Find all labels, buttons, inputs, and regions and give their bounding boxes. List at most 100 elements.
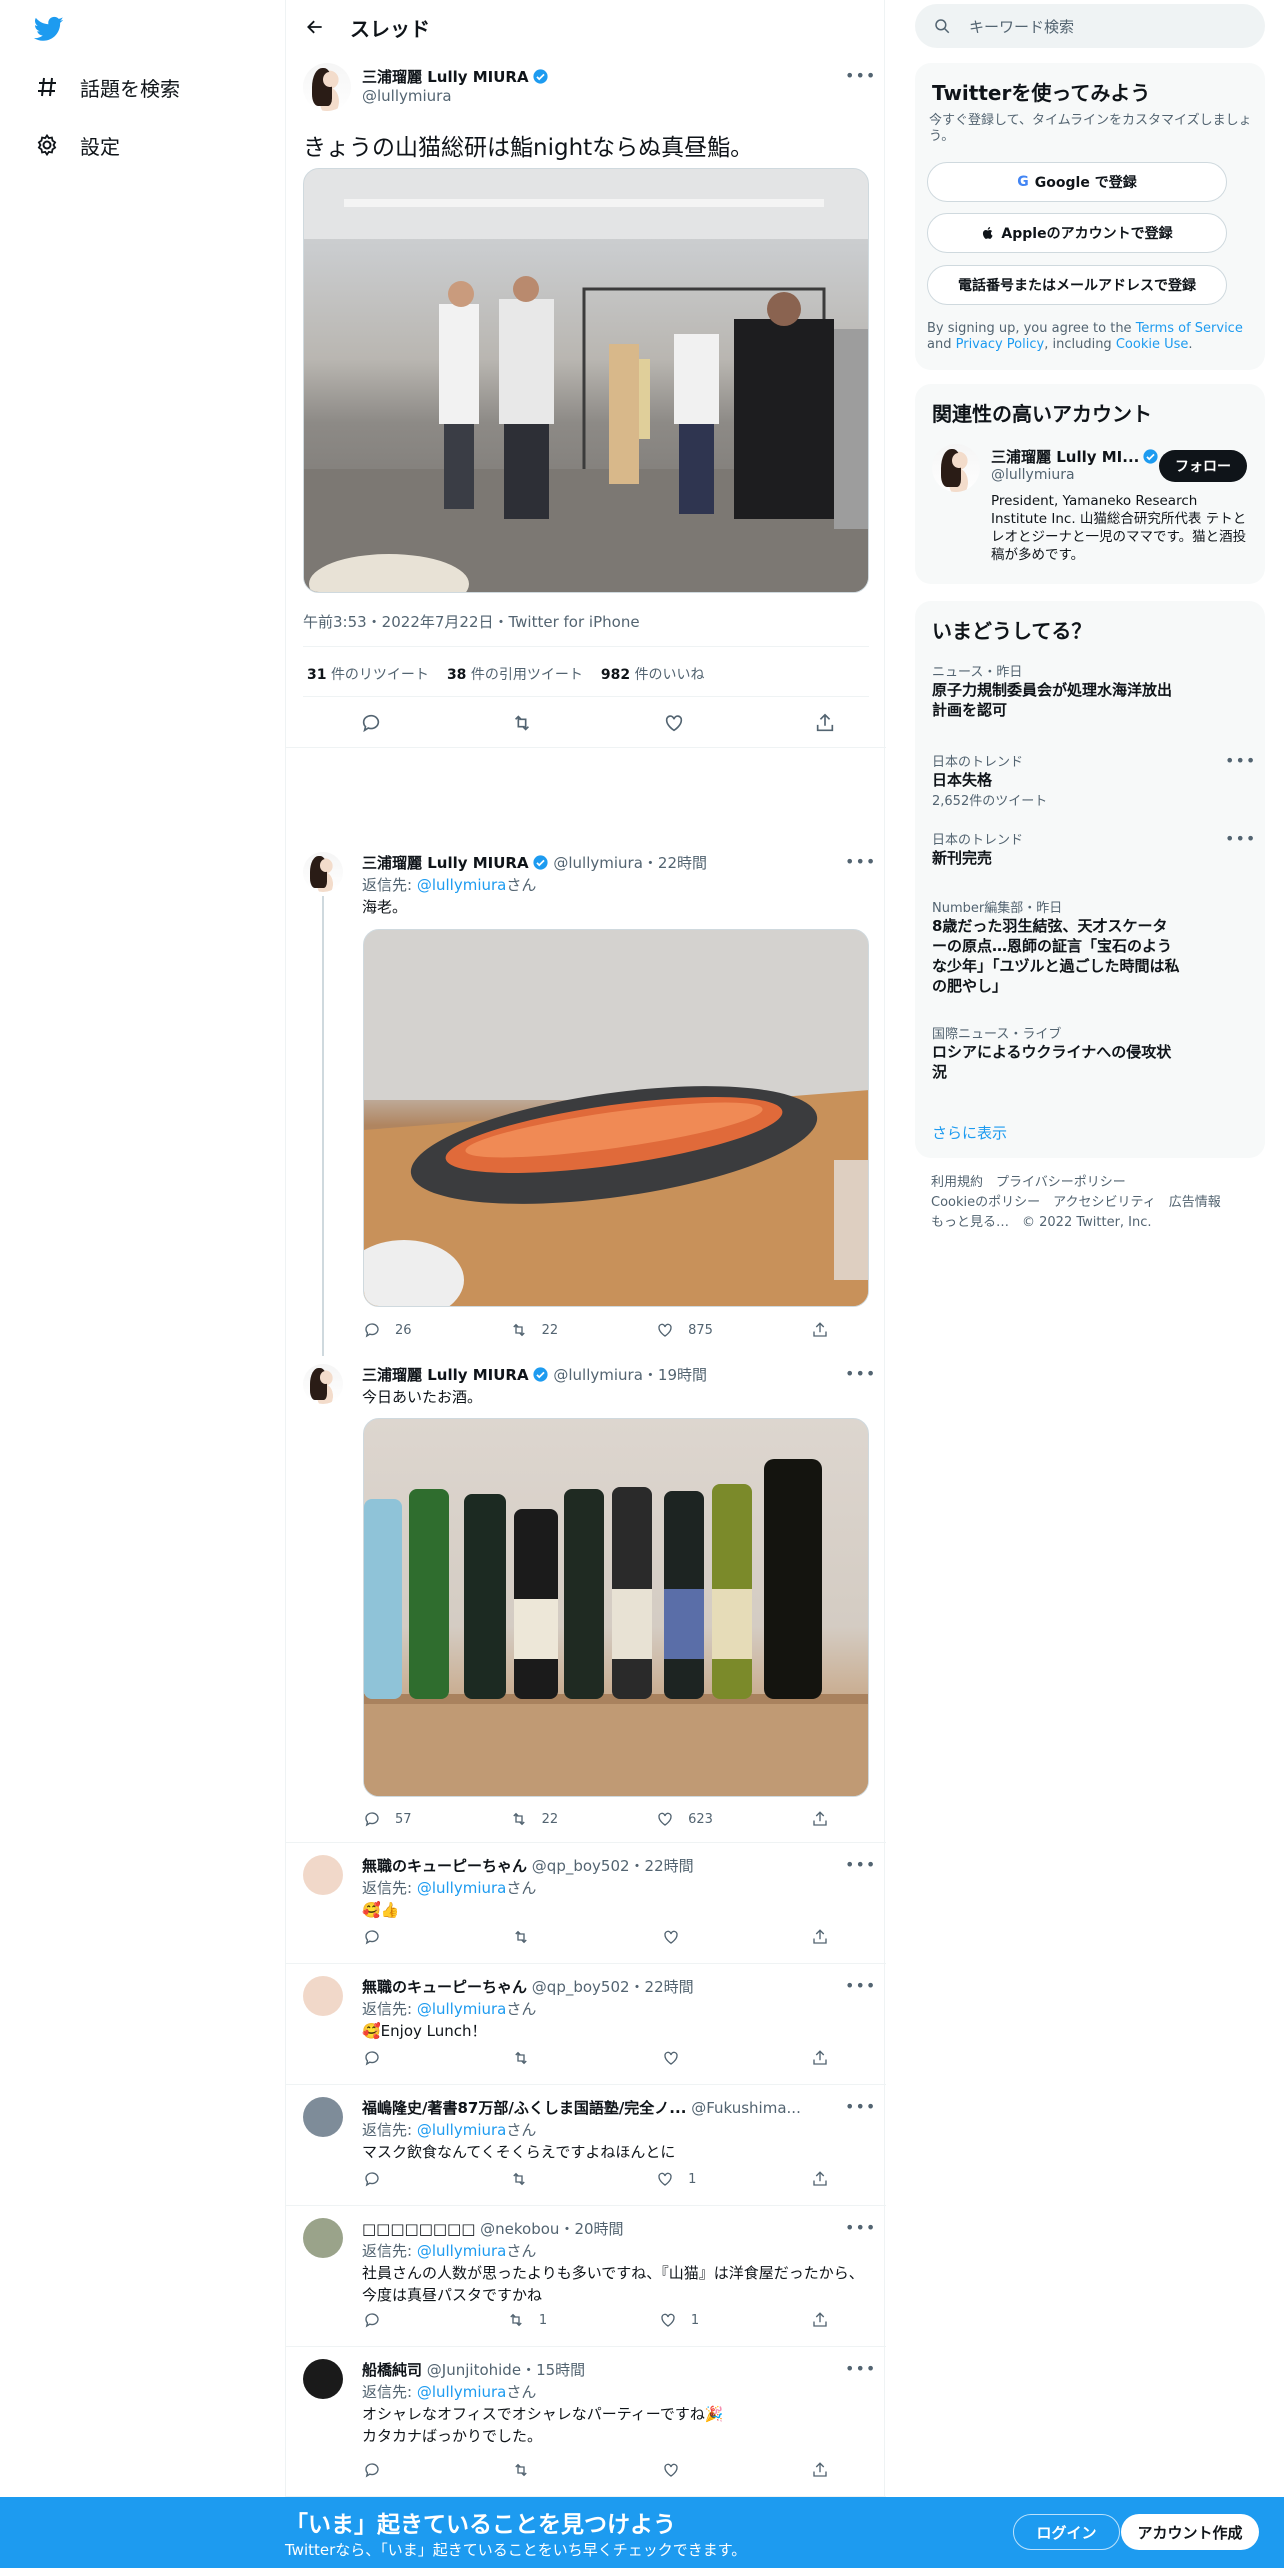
retweet-button[interactable]: 22: [510, 1810, 558, 1828]
reply-to-link[interactable]: @lullymiura: [417, 1879, 507, 1897]
author-name[interactable]: 船橋純司: [362, 2361, 422, 2379]
nav-explore[interactable]: 話題を検索: [34, 65, 180, 109]
privacy-link[interactable]: Privacy Policy: [956, 337, 1045, 352]
signup-button[interactable]: アカウント作成: [1121, 2514, 1259, 2550]
tweet-photo[interactable]: [363, 929, 869, 1307]
trend-more-icon[interactable]: •••: [1225, 751, 1255, 771]
tweet-time[interactable]: ・22時間: [630, 1857, 694, 1875]
back-arrow-icon[interactable]: [298, 10, 332, 44]
trend-item[interactable]: ニュース・昨日 原子力規制委員会が処理水海洋放出計画を認可: [932, 661, 1182, 720]
avatar[interactable]: [303, 1364, 343, 1404]
retweet-icon[interactable]: [511, 712, 547, 734]
like-button[interactable]: 623: [656, 1810, 713, 1828]
search-input[interactable]: キーワード検索: [969, 16, 1074, 37]
share-icon[interactable]: [811, 1928, 843, 1946]
tweet-time[interactable]: ・20時間: [559, 2220, 623, 2238]
avatar[interactable]: [303, 63, 351, 111]
share-icon[interactable]: [811, 2461, 843, 2479]
retweets-stat[interactable]: 31 件のリツイート: [307, 664, 429, 684]
reply-button[interactable]: [363, 2049, 395, 2067]
footer-line-2[interactable]: Cookieのポリシー アクセシビリティ 広告情報: [931, 1193, 1221, 1213]
retweet-button[interactable]: [512, 2461, 544, 2479]
more-options-icon[interactable]: •••: [845, 66, 875, 86]
terms-link[interactable]: Terms of Service: [1136, 321, 1243, 336]
author-name[interactable]: 三浦瑠麗 Lully MIURA: [362, 1366, 529, 1384]
more-options-icon[interactable]: •••: [845, 852, 875, 872]
reply-to-link[interactable]: @lullymiura: [417, 2383, 507, 2401]
author-handle[interactable]: @Junjitohide: [427, 2361, 521, 2379]
retweet-button[interactable]: [512, 1928, 544, 1946]
tweet-timestamp[interactable]: 午前3:53・2022年7月22日・Twitter for iPhone: [303, 611, 640, 632]
author-handle[interactable]: @lullymiura: [553, 854, 643, 872]
retweet-button[interactable]: 1: [507, 2311, 547, 2329]
author-handle[interactable]: @qp_boy502: [532, 1978, 630, 1996]
author-name[interactable]: 福嶋隆史/著書87万部/ふくしま国語塾/完全ノ...: [362, 2099, 686, 2117]
retweet-button[interactable]: [512, 2049, 544, 2067]
more-options-icon[interactable]: •••: [845, 2097, 875, 2117]
likes-stat[interactable]: 982 件のいいね: [601, 664, 705, 684]
reply-tweet[interactable]: 無職のキューピーちゃん @qp_boy502・22時間 ••• 返信先: @lull…: [286, 1843, 886, 1964]
show-more-link[interactable]: さらに表示: [932, 1122, 1007, 1143]
tweet-time[interactable]: ・19時間: [643, 1366, 707, 1384]
like-button[interactable]: [662, 1928, 694, 1946]
reply-button[interactable]: [363, 2311, 395, 2329]
author-name[interactable]: 無職のキューピーちゃん: [362, 1857, 527, 1875]
related-account[interactable]: 三浦瑠麗 Lully MI... @lullymiura: [991, 446, 1159, 483]
author-handle[interactable]: @lullymiura: [553, 1366, 643, 1384]
cookie-link[interactable]: Cookie Use: [1116, 337, 1189, 352]
like-button[interactable]: 875: [656, 1321, 713, 1339]
author-handle[interactable]: @qp_boy502: [532, 1857, 630, 1875]
more-options-icon[interactable]: •••: [845, 1976, 875, 1996]
like-button[interactable]: 1: [659, 2311, 699, 2329]
like-icon[interactable]: [663, 712, 699, 734]
reply-to-link[interactable]: @lullymiura: [417, 2242, 507, 2260]
reply-button[interactable]: 57: [363, 1810, 412, 1828]
share-icon[interactable]: [811, 1321, 843, 1339]
share-icon[interactable]: [814, 712, 850, 734]
follow-button[interactable]: フォロー: [1159, 450, 1247, 482]
author-name[interactable]: 無職のキューピーちゃん: [362, 1978, 527, 1996]
author-name[interactable]: 三浦瑠麗 Lully MIURA: [362, 854, 529, 872]
avatar[interactable]: [303, 1855, 343, 1895]
footer-line-3[interactable]: もっと見る… © 2022 Twitter, Inc.: [931, 1213, 1221, 1233]
reply-button[interactable]: [363, 2461, 395, 2479]
avatar[interactable]: [303, 2218, 343, 2258]
share-icon[interactable]: [811, 2049, 843, 2067]
reply-button[interactable]: [363, 2170, 395, 2188]
reply-to-link[interactable]: @lullymiura: [417, 2121, 507, 2139]
tweet-time[interactable]: ・21時間: [801, 2099, 802, 2117]
more-options-icon[interactable]: •••: [845, 2218, 875, 2238]
tweet-time[interactable]: ・15時間: [521, 2361, 585, 2379]
retweet-button[interactable]: [510, 2170, 542, 2188]
reply-button[interactable]: 26: [363, 1321, 412, 1339]
trend-item[interactable]: 国際ニュース・ライブ ロシアによるウクライナへの侵攻状況: [932, 1023, 1182, 1082]
tweet-time[interactable]: ・22時間: [643, 854, 707, 872]
footer-line-1[interactable]: 利用規約 プライバシーポリシー: [931, 1173, 1221, 1193]
reply-tweet[interactable]: 福嶋隆史/著書87万部/ふくしま国語塾/完全ノ... @Fukushima...…: [286, 2085, 886, 2206]
more-options-icon[interactable]: •••: [845, 2359, 875, 2379]
login-button[interactable]: ログイン: [1013, 2514, 1120, 2550]
apple-signup-button[interactable]: Appleのアカウントで登録: [927, 213, 1227, 253]
share-icon[interactable]: [811, 2311, 843, 2329]
avatar[interactable]: [303, 2097, 343, 2137]
more-options-icon[interactable]: •••: [845, 1855, 875, 1875]
retweet-button[interactable]: 22: [510, 1321, 558, 1339]
reply-to-link[interactable]: @lullymiura: [417, 2000, 507, 2018]
author-handle[interactable]: @Fukushima...: [691, 2099, 801, 2117]
trend-item[interactable]: 日本のトレンド 新刊完売: [932, 829, 1182, 868]
share-icon[interactable]: [811, 1810, 843, 1828]
google-signup-button[interactable]: G Google で登録: [927, 162, 1227, 202]
like-button[interactable]: [662, 2049, 694, 2067]
twitter-logo-icon[interactable]: [32, 14, 66, 44]
more-options-icon[interactable]: •••: [845, 1364, 875, 1384]
trend-item[interactable]: 日本のトレンド 日本失格 2,652件のツイート: [932, 751, 1182, 809]
reply-icon[interactable]: [360, 712, 396, 734]
author-handle[interactable]: @nekobou: [480, 2220, 559, 2238]
avatar[interactable]: [303, 1976, 343, 2016]
share-icon[interactable]: [811, 2170, 843, 2188]
tweet-time[interactable]: ・22時間: [630, 1978, 694, 1996]
author-name[interactable]: □□□□□□□□: [362, 2220, 475, 2238]
quotes-stat[interactable]: 38 件の引用ツイート: [447, 664, 583, 684]
tweet-photo[interactable]: [303, 168, 869, 593]
reply-tweet[interactable]: 無職のキューピーちゃん @qp_boy502・22時間 ••• 返信先: @lull…: [286, 1964, 886, 2085]
